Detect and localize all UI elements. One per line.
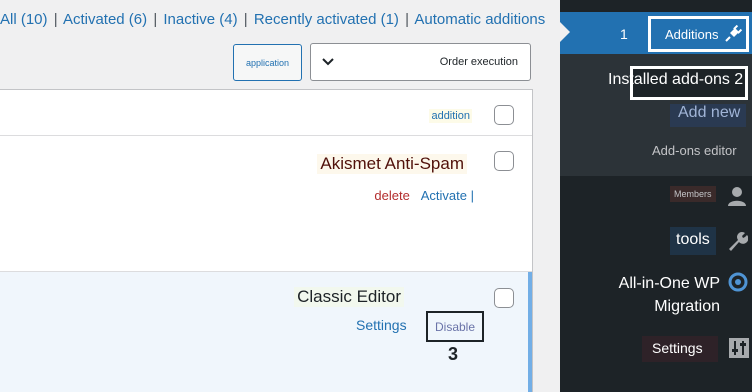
user-icon [728, 187, 746, 206]
chevron-down-icon [322, 58, 334, 66]
plugin-icon [725, 24, 743, 42]
table-row: Akismet Anti-Spam delete Activate | [0, 136, 532, 272]
filter-separator: | [53, 11, 58, 28]
bulk-action-select[interactable]: Order execution [310, 43, 531, 81]
settings-link[interactable]: Settings [356, 317, 407, 333]
members-label: Members [670, 186, 716, 202]
migration-label-line1: All-in-One WP [618, 275, 720, 292]
filter-inactive-link[interactable]: Inactive (4) [163, 11, 237, 28]
step-number-annotation: 3 [448, 344, 459, 364]
filter-separator: | [153, 11, 158, 28]
filter-separator: | [405, 11, 409, 28]
apply-button[interactable]: application [233, 44, 302, 81]
sidebar-item-additions[interactable]: Additions [648, 16, 749, 52]
plugin-name: Classic Editor [294, 287, 404, 307]
filter-recently-activated-link[interactable]: Recently activated (1) [254, 11, 399, 28]
submenu-add-new[interactable]: Add new [670, 104, 746, 127]
activate-link[interactable]: Activate [421, 188, 467, 203]
column-header-addition[interactable]: addition [429, 109, 472, 123]
filter-all-link[interactable]: All (10) [0, 11, 48, 28]
sidebar-item-settings[interactable]: Settings [642, 336, 718, 362]
filter-automatic-link[interactable]: Automatic additions [414, 11, 545, 28]
submenu-installed-addons[interactable]: Installed add-ons 2 [608, 71, 743, 89]
sliders-icon [729, 338, 749, 358]
row-actions: delete Activate | [374, 188, 474, 203]
wrench-icon [729, 232, 748, 251]
disable-link[interactable]: Disable [426, 311, 484, 342]
sidebar-item-members[interactable]: Members [560, 182, 752, 210]
sidebar-top [560, 0, 752, 12]
current-menu-arrow [560, 22, 570, 42]
select-all-checkbox[interactable] [494, 105, 514, 125]
plugin-name: Akismet Anti-Spam [317, 154, 467, 174]
migration-label-line2: Migration [654, 298, 720, 315]
additions-label: Additions [665, 27, 719, 42]
plugins-count: 1 [620, 26, 628, 42]
table-header-row: addition [0, 90, 532, 136]
filter-activated-link[interactable]: Activated (6) [63, 11, 147, 28]
row-checkbox[interactable] [494, 151, 514, 171]
filter-separator: | [243, 11, 248, 28]
sidebar-item-all-in-one-migration[interactable]: All-in-One WP Migration [600, 272, 720, 318]
sidebar-item-tools[interactable]: tools [670, 227, 716, 255]
action-separator: | [470, 188, 474, 203]
submenu-addons-editor[interactable]: Add-ons editor [652, 143, 737, 158]
refresh-icon [728, 272, 748, 292]
row-checkbox[interactable] [494, 288, 514, 308]
plugin-status-filters: All (10) | Activated (6) | Inactive (4) … [0, 11, 545, 28]
bulk-action-selected: Order execution [439, 56, 518, 68]
delete-link[interactable]: delete [374, 188, 409, 203]
